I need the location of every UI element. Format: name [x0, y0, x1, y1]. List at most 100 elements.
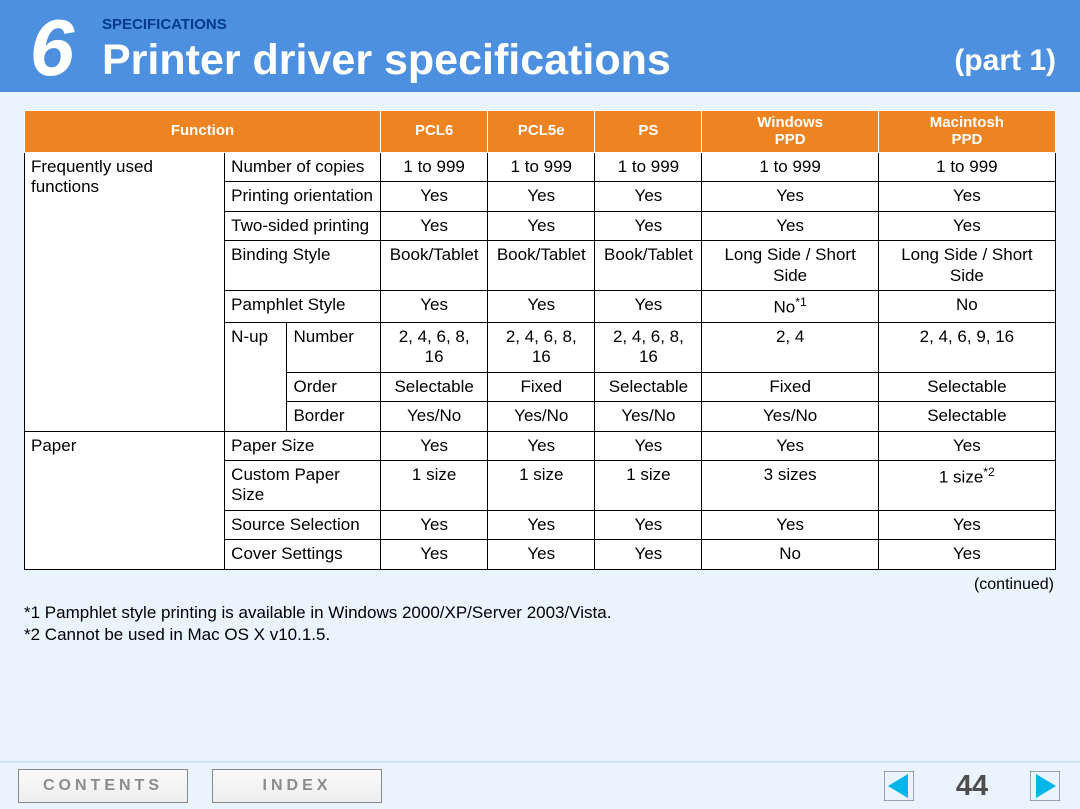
function-cell: Printing orientation [225, 182, 381, 211]
value-cell: Yes [488, 431, 595, 460]
value-cell: Long Side / Short Side [702, 241, 878, 291]
value-cell: 2, 4 [702, 323, 878, 373]
group-cell: Paper [25, 431, 225, 569]
triangle-right-icon [1030, 771, 1060, 801]
value-cell: Yes [878, 540, 1055, 569]
page-title: Printer driver specifications [102, 39, 671, 82]
chapter-number: 6 [12, 14, 92, 82]
page-root: 6 SPECIFICATIONS Printer driver specific… [0, 0, 1080, 809]
value-cell: Yes/No [381, 402, 488, 431]
value-cell: 1 to 999 [381, 153, 488, 182]
function-cell: Pamphlet Style [225, 290, 381, 322]
value-cell: Yes [702, 182, 878, 211]
value-cell: 1 to 999 [878, 153, 1055, 182]
value-cell: 2, 4, 6, 9, 16 [878, 323, 1055, 373]
value-cell: 1 to 999 [702, 153, 878, 182]
title-texts: SPECIFICATIONS Printer driver specificat… [102, 16, 671, 82]
value-cell: Yes [488, 211, 595, 240]
value-cell: Yes [595, 182, 702, 211]
value-cell: Yes [381, 510, 488, 539]
value-cell: Yes [595, 290, 702, 322]
footnote-line: *2 Cannot be used in Mac OS X v10.1.5. [24, 624, 1056, 647]
value-cell: 1 size [595, 460, 702, 510]
value-cell: Yes [381, 182, 488, 211]
function-cell: Two-sided printing [225, 211, 381, 240]
value-cell: Book/Tablet [381, 241, 488, 291]
function-cell: N-up [225, 323, 287, 432]
value-cell: Yes/No [488, 402, 595, 431]
value-cell: 3 sizes [702, 460, 878, 510]
contents-button[interactable]: CONTENTS [18, 769, 188, 803]
value-cell: Yes [702, 510, 878, 539]
value-cell: Yes [488, 290, 595, 322]
kicker: SPECIFICATIONS [102, 16, 671, 33]
footnote-line: *1 Pamphlet style printing is available … [24, 602, 1056, 625]
table-header: PS [595, 111, 702, 153]
prev-page-button[interactable] [882, 769, 916, 803]
page-body: FunctionPCL6PCL5ePSWindowsPPDMacintoshPP… [0, 92, 1080, 761]
value-cell: 1 to 999 [488, 153, 595, 182]
page-number: 44 [940, 770, 1004, 803]
function-cell: Paper Size [225, 431, 381, 460]
footnotes: *1 Pamphlet style printing is available … [24, 598, 1056, 648]
value-cell: Yes [702, 431, 878, 460]
subfunction-cell: Number [287, 323, 381, 373]
function-cell: Binding Style [225, 241, 381, 291]
group-cell: Frequently used functions [25, 153, 225, 432]
value-cell: Yes [381, 290, 488, 322]
value-cell: 1 size [488, 460, 595, 510]
value-cell: Selectable [381, 372, 488, 401]
value-cell: 1 size [381, 460, 488, 510]
value-cell: Yes [878, 510, 1055, 539]
value-cell: Yes/No [702, 402, 878, 431]
value-cell: Fixed [488, 372, 595, 401]
title-block: SPECIFICATIONS Printer driver specificat… [102, 16, 1056, 82]
page-header: 6 SPECIFICATIONS Printer driver specific… [0, 0, 1080, 92]
triangle-left-icon [884, 771, 914, 801]
continued-label: (continued) [24, 570, 1056, 598]
value-cell: Yes [595, 211, 702, 240]
next-page-button[interactable] [1028, 769, 1062, 803]
value-cell: Yes [381, 211, 488, 240]
function-cell: Source Selection [225, 510, 381, 539]
page-footer: CONTENTS INDEX 44 [0, 761, 1080, 809]
value-cell: Yes [381, 431, 488, 460]
table-header: WindowsPPD [702, 111, 878, 153]
value-cell: No [878, 290, 1055, 322]
part-label: (part 1) [954, 44, 1056, 82]
subfunction-cell: Order [287, 372, 381, 401]
value-cell: Long Side / Short Side [878, 241, 1055, 291]
table-header: MacintoshPPD [878, 111, 1055, 153]
value-cell: 1 to 999 [595, 153, 702, 182]
spec-table-head: FunctionPCL6PCL5ePSWindowsPPDMacintoshPP… [25, 111, 1056, 153]
table-header: Function [25, 111, 381, 153]
value-cell: Yes [488, 510, 595, 539]
value-cell: Yes [488, 182, 595, 211]
value-cell: 2, 4, 6, 8, 16 [381, 323, 488, 373]
value-cell: Yes/No [595, 402, 702, 431]
spec-table-body: Frequently used functionsNumber of copie… [25, 153, 1056, 570]
value-cell: 2, 4, 6, 8, 16 [595, 323, 702, 373]
value-cell: Selectable [595, 372, 702, 401]
table-header: PCL5e [488, 111, 595, 153]
value-cell: No*1 [702, 290, 878, 322]
function-cell: Custom Paper Size [225, 460, 381, 510]
value-cell: Yes [595, 510, 702, 539]
function-cell: Number of copies [225, 153, 381, 182]
spec-table: FunctionPCL6PCL5ePSWindowsPPDMacintoshPP… [24, 110, 1056, 570]
table-header: PCL6 [381, 111, 488, 153]
table-row: PaperPaper SizeYesYesYesYesYes [25, 431, 1056, 460]
value-cell: Book/Tablet [595, 241, 702, 291]
value-cell: Selectable [878, 372, 1055, 401]
value-cell: 1 size*2 [878, 460, 1055, 510]
value-cell: 2, 4, 6, 8, 16 [488, 323, 595, 373]
value-cell: Yes [381, 540, 488, 569]
value-cell: Selectable [878, 402, 1055, 431]
value-cell: Yes [878, 211, 1055, 240]
value-cell: Fixed [702, 372, 878, 401]
index-button[interactable]: INDEX [212, 769, 382, 803]
function-cell: Cover Settings [225, 540, 381, 569]
value-cell: Yes [595, 431, 702, 460]
value-cell: Yes [878, 431, 1055, 460]
value-cell: Yes [595, 540, 702, 569]
